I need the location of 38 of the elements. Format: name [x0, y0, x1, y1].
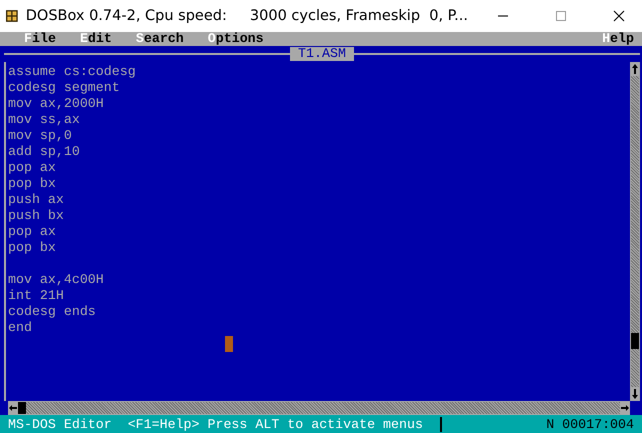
menu-item[interactable]: Help: [602, 32, 634, 46]
horizontal-scrollbar[interactable]: [8, 401, 630, 415]
code-line: mov ss,ax: [8, 112, 81, 128]
code-line: int 21H: [8, 288, 65, 304]
app-logo-icon: [6, 7, 18, 25]
code-line: add sp,10: [8, 144, 81, 160]
close-icon: [613, 10, 625, 22]
code-line: pop bx: [8, 176, 57, 192]
scrollbar-thumb[interactable]: [18, 402, 26, 414]
scroll-up-icon[interactable]: [632, 64, 638, 74]
mode-indicator: N: [546, 416, 554, 432]
cursor-position: 00017:004: [562, 416, 634, 432]
menu-item[interactable]: Edit: [80, 32, 112, 46]
scrollbar-thumb[interactable]: [631, 333, 639, 349]
vertical-scrollbar[interactable]: [630, 62, 640, 401]
code-line: pop ax: [8, 224, 57, 240]
text-cursor: [225, 336, 233, 352]
code-line: pop bx: [8, 240, 57, 256]
code-line: push ax: [8, 192, 65, 208]
menu-item[interactable]: File: [24, 32, 56, 46]
file-title: T1.ASM: [290, 47, 354, 61]
code-line: codesg segment: [8, 80, 121, 96]
window-title: DOSBox 0.74-2, Cpu speed: 3000 cycles, Frameskip 0, P...: [26, 8, 468, 24]
maximize-icon: [555, 10, 567, 22]
menu-item[interactable]: Options: [208, 32, 264, 46]
code-line: mov ax,2000H: [8, 96, 105, 112]
scroll-left-icon[interactable]: [9, 405, 17, 411]
menu-item[interactable]: Search: [136, 32, 184, 46]
code-line: assume cs:codesg: [8, 64, 137, 80]
status-message: MS-DOS Editor <F1=Help> Press ALT to activate menus: [8, 416, 423, 432]
code-line: end: [8, 320, 33, 336]
scroll-right-icon[interactable]: [621, 405, 629, 411]
code-line: push bx: [8, 208, 65, 224]
scroll-down-icon[interactable]: [632, 389, 638, 399]
code-line: mov sp,0: [8, 128, 73, 144]
code-line: pop ax: [8, 160, 57, 176]
code-line: mov ax,4c00H: [8, 272, 105, 288]
code-line: codesg ends: [8, 304, 97, 320]
